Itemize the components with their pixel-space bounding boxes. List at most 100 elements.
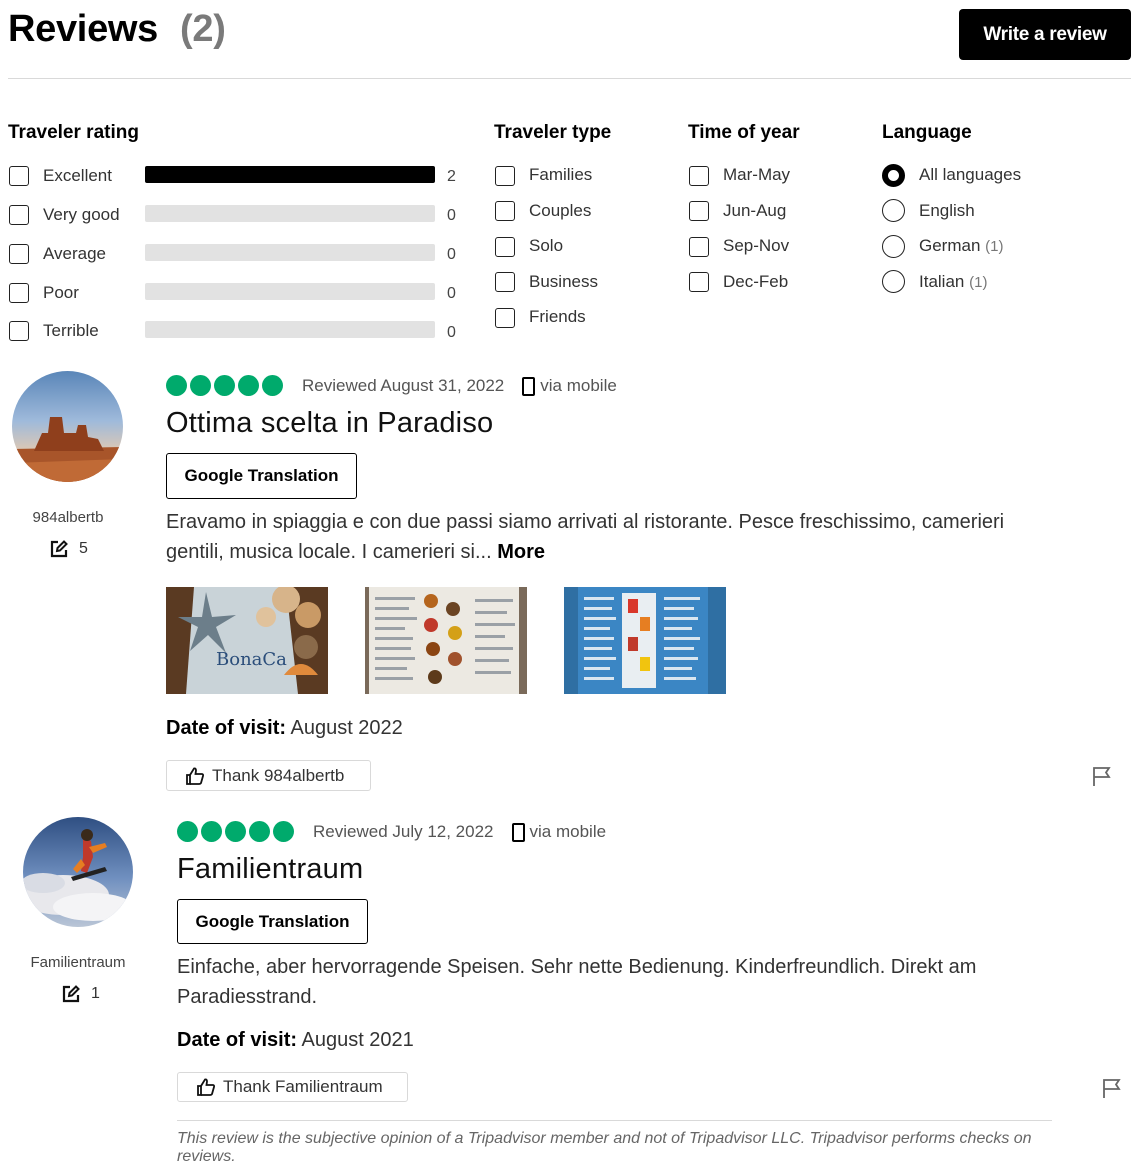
time-dec-feb-checkbox[interactable] bbox=[689, 272, 709, 292]
review-title[interactable]: Ottima scelta in Paradiso bbox=[166, 407, 493, 440]
google-translation-button[interactable]: Google Translation bbox=[177, 899, 368, 944]
rating-terrible-label[interactable]: Terrible bbox=[43, 321, 99, 341]
rating-excellent-bar-fill bbox=[145, 166, 435, 183]
time-of-year-heading: Time of year bbox=[688, 122, 800, 143]
type-business-label[interactable]: Business bbox=[529, 272, 598, 292]
menu-cover-text: BonaCa bbox=[216, 649, 287, 670]
pencil-square-icon bbox=[50, 540, 68, 558]
time-sep-nov-checkbox[interactable] bbox=[689, 237, 709, 257]
lang-german-label[interactable]: German (1) bbox=[919, 236, 1004, 256]
date-of-visit-label: Date of visit: bbox=[166, 717, 287, 739]
lang-italian-count: (1) bbox=[969, 274, 988, 291]
date-of-visit-value: August 2022 bbox=[290, 717, 403, 739]
thumbs-up-icon bbox=[197, 1078, 216, 1096]
lang-all-radio[interactable] bbox=[882, 164, 905, 187]
contribution-count: 1 bbox=[61, 984, 100, 1004]
report-button[interactable] bbox=[1092, 766, 1112, 792]
rating-bubble bbox=[214, 375, 235, 396]
thank-reviewer-button[interactable]: Thank Familientraum bbox=[177, 1072, 408, 1102]
rating-poor-bar bbox=[145, 283, 435, 300]
rating-poor-label[interactable]: Poor bbox=[43, 283, 79, 303]
type-solo-label[interactable]: Solo bbox=[529, 236, 563, 256]
language-heading: Language bbox=[882, 122, 972, 143]
lang-german-radio[interactable] bbox=[882, 235, 905, 258]
rating-terrible-bar bbox=[145, 321, 435, 338]
time-jun-aug-checkbox[interactable] bbox=[689, 201, 709, 221]
google-translation-button[interactable]: Google Translation bbox=[166, 453, 357, 499]
date-of-visit: Date of visit: August 2022 bbox=[166, 717, 403, 740]
reviewer-username[interactable]: 984albertb bbox=[8, 509, 128, 526]
reviewer-avatar[interactable] bbox=[12, 371, 123, 482]
type-families-label[interactable]: Families bbox=[529, 165, 592, 185]
date-of-visit: Date of visit: August 2021 bbox=[177, 1029, 414, 1052]
reviewer-avatar[interactable] bbox=[23, 817, 133, 927]
rating-bubble bbox=[249, 821, 270, 842]
report-button[interactable] bbox=[1102, 1078, 1122, 1104]
type-solo-checkbox[interactable] bbox=[495, 237, 515, 257]
rating-excellent-bar bbox=[145, 166, 435, 183]
thank-label: Thank Familientraum bbox=[223, 1077, 383, 1096]
rating-excellent-checkbox[interactable] bbox=[9, 166, 29, 186]
type-business-checkbox[interactable] bbox=[495, 272, 515, 292]
type-families-checkbox[interactable] bbox=[495, 166, 515, 186]
review-date: Reviewed August 31, 2022 bbox=[302, 376, 505, 395]
write-review-button[interactable]: Write a review bbox=[959, 9, 1131, 60]
thank-label: Thank 984albertb bbox=[212, 765, 345, 785]
drinks-menu-photo bbox=[564, 587, 726, 694]
rating-poor-checkbox[interactable] bbox=[9, 283, 29, 303]
lang-english-label[interactable]: English bbox=[919, 201, 975, 221]
mobile-phone-icon bbox=[511, 822, 525, 842]
rating-very-good-bar bbox=[145, 205, 435, 222]
type-friends-checkbox[interactable] bbox=[495, 308, 515, 328]
flag-icon bbox=[1103, 1079, 1121, 1098]
time-sep-nov-label[interactable]: Sep-Nov bbox=[723, 236, 789, 256]
review-disclaimer: This review is the subjective opinion of… bbox=[177, 1130, 1032, 1165]
thumbs-up-icon bbox=[186, 767, 205, 785]
lang-italian-radio[interactable] bbox=[882, 270, 905, 293]
rating-average-label[interactable]: Average bbox=[43, 244, 106, 264]
rating-bubble bbox=[190, 375, 211, 396]
disclaimer-divider bbox=[177, 1120, 1052, 1121]
time-dec-feb-label[interactable]: Dec-Feb bbox=[723, 272, 788, 292]
lang-german-count: (1) bbox=[985, 238, 1004, 255]
date-of-visit-label: Date of visit: bbox=[177, 1029, 298, 1051]
rating-excellent-count: 2 bbox=[447, 168, 456, 185]
rating-terrible-checkbox[interactable] bbox=[9, 321, 29, 341]
rating-bubble bbox=[177, 821, 198, 842]
lang-english-text: English bbox=[919, 201, 975, 220]
review-photo[interactable]: BonaCa bbox=[166, 587, 328, 694]
lang-english-radio[interactable] bbox=[882, 199, 905, 222]
review-meta: Reviewed July 12, 2022 via mobile bbox=[313, 822, 606, 842]
review-photo[interactable] bbox=[564, 587, 726, 694]
review-photo[interactable] bbox=[365, 587, 527, 694]
rating-very-good-checkbox[interactable] bbox=[9, 205, 29, 225]
lang-italian-label[interactable]: Italian (1) bbox=[919, 272, 987, 292]
rating-average-count: 0 bbox=[447, 246, 456, 263]
rating-very-good-count: 0 bbox=[447, 207, 456, 224]
review-meta: Reviewed August 31, 2022 via mobile bbox=[302, 376, 617, 396]
review-text: Eravamo in spiaggia e con due passi siam… bbox=[166, 507, 1036, 567]
contribution-number: 5 bbox=[79, 540, 88, 557]
time-mar-may-label[interactable]: Mar-May bbox=[723, 165, 790, 185]
rating-very-good-label[interactable]: Very good bbox=[43, 205, 120, 225]
rating-bubble bbox=[166, 375, 187, 396]
read-more-link[interactable]: More bbox=[497, 541, 545, 563]
reviewer-username[interactable]: Familientraum bbox=[18, 954, 138, 971]
rating-terrible-count: 0 bbox=[447, 324, 456, 341]
header-divider bbox=[8, 78, 1131, 79]
type-couples-checkbox[interactable] bbox=[495, 201, 515, 221]
type-couples-label[interactable]: Couples bbox=[529, 201, 591, 221]
type-friends-label[interactable]: Friends bbox=[529, 307, 586, 327]
time-mar-may-checkbox[interactable] bbox=[689, 166, 709, 186]
rating-excellent-label[interactable]: Excellent bbox=[43, 166, 112, 186]
review-title[interactable]: Familientraum bbox=[177, 853, 363, 886]
review-body: Einfache, aber hervorragende Speisen. Se… bbox=[177, 956, 977, 1008]
date-of-visit-value: August 2021 bbox=[301, 1029, 414, 1051]
review-body: Eravamo in spiaggia e con due passi siam… bbox=[166, 511, 1005, 563]
contribution-count: 5 bbox=[49, 539, 88, 559]
time-jun-aug-label[interactable]: Jun-Aug bbox=[723, 201, 786, 221]
rating-average-checkbox[interactable] bbox=[9, 244, 29, 264]
lang-all-label[interactable]: All languages bbox=[919, 165, 1021, 185]
menu-cover-photo: BonaCa bbox=[166, 587, 328, 694]
thank-reviewer-button[interactable]: Thank 984albertb bbox=[166, 760, 371, 791]
